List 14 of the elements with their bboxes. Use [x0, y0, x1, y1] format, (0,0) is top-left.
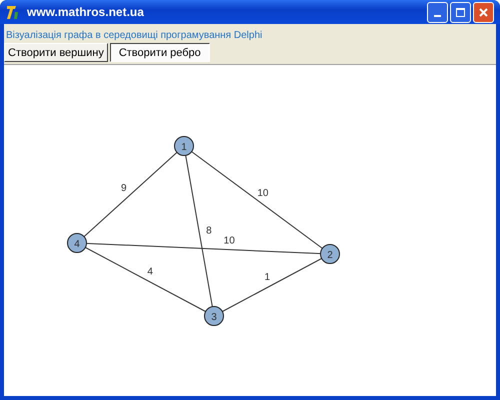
edge-weight: 8: [206, 225, 212, 236]
create-edge-button[interactable]: Створити ребро: [110, 43, 210, 62]
edge-weight: 1: [264, 272, 270, 284]
edge-weight: 10: [224, 236, 235, 247]
edge-weight: 10: [257, 188, 268, 199]
graph-node[interactable]: 3: [204, 306, 224, 326]
edge-weight: 4: [147, 266, 153, 278]
graph-node[interactable]: 2: [320, 244, 340, 264]
create-vertex-button[interactable]: Створити вершину: [4, 43, 108, 62]
graph-node[interactable]: 1: [174, 136, 194, 156]
edge-weight: 9: [121, 183, 127, 194]
graph-node[interactable]: 4: [67, 233, 87, 253]
window-title: www.mathros.net.ua: [27, 5, 145, 19]
caption-label: Візуалізація графа в середовищі програмування Delphi: [5, 29, 264, 43]
